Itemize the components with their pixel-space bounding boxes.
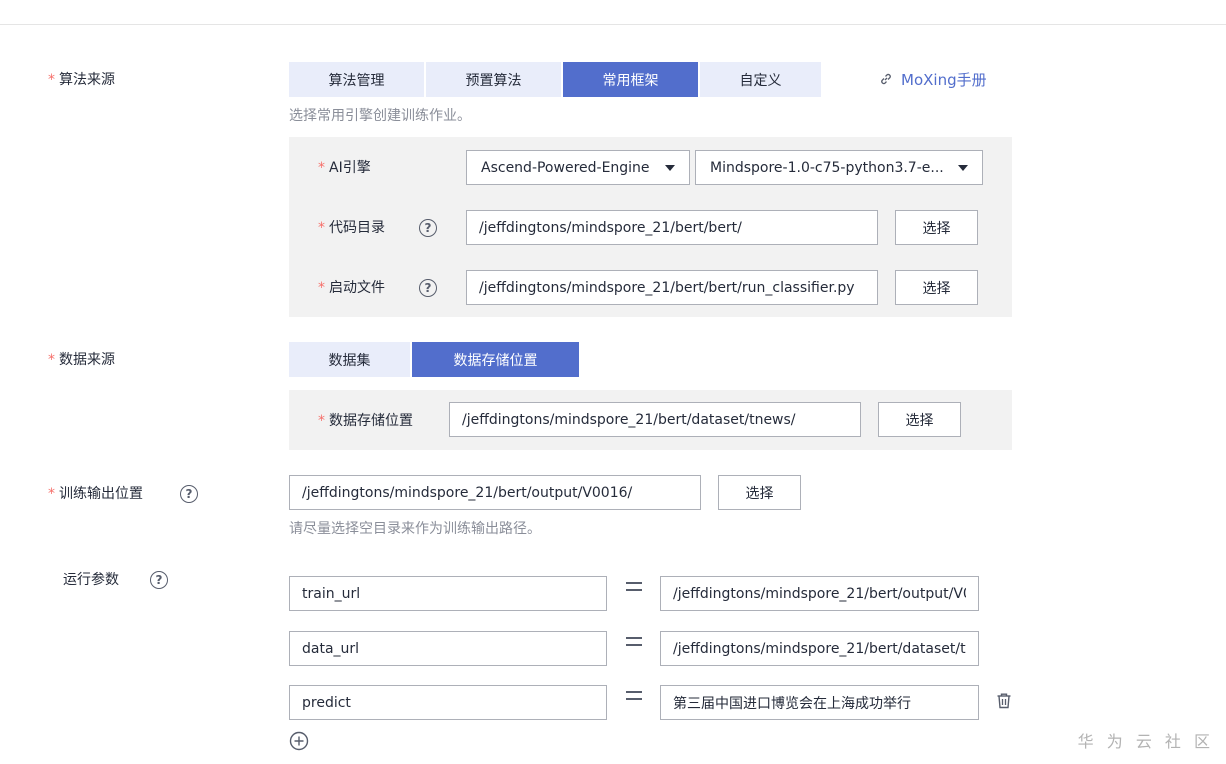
param-key-input[interactable] [289, 685, 607, 720]
required-mark: * [48, 486, 55, 502]
output-label: * 训练输出位置 [48, 486, 143, 502]
moxing-link-text[interactable]: MoXing手册 [901, 69, 987, 90]
equals-icon [626, 582, 642, 591]
required-mark: * [318, 160, 325, 176]
header-divider [0, 24, 1226, 25]
link-icon [881, 73, 891, 85]
required-mark: * [318, 280, 325, 296]
help-icon[interactable]: ? [150, 571, 168, 589]
param-value-input[interactable] [660, 631, 979, 666]
required-mark: * [48, 352, 55, 368]
code-dir-select-button[interactable]: 选择 [895, 210, 978, 245]
param-key-input[interactable] [289, 576, 607, 611]
boot-file-select-button[interactable]: 选择 [895, 270, 978, 305]
help-icon[interactable]: ? [180, 485, 198, 503]
data-storage-input[interactable] [449, 402, 861, 437]
run-params-label: 运行参数 [63, 572, 119, 588]
boot-file-label: * 启动文件 [318, 280, 385, 296]
param-value-input[interactable] [660, 685, 979, 720]
equals-icon [626, 637, 642, 646]
boot-file-input[interactable] [466, 270, 878, 305]
ai-engine-select[interactable]: Ascend-Powered-Engine [466, 150, 690, 185]
required-mark: * [318, 220, 325, 236]
output-select-button[interactable]: 选择 [718, 475, 801, 510]
algorithm-source-label: * 算法来源 [48, 72, 115, 88]
data-storage-label: * 数据存储位置 [318, 413, 413, 429]
trash-icon[interactable] [995, 692, 1013, 710]
caret-down-icon [665, 164, 675, 171]
tab-preset-algorithm[interactable]: 预置算法 [426, 62, 561, 97]
algorithm-source-tabs: 算法管理 预置算法 常用框架 自定义 [289, 62, 823, 97]
required-mark: * [318, 413, 325, 429]
code-dir-input[interactable] [466, 210, 878, 245]
data-storage-select-button[interactable]: 选择 [878, 402, 961, 437]
data-source-tabs: 数据集 数据存储位置 [289, 342, 581, 377]
engine-version-value: Mindspore-1.0-c75-python3.7-e... [710, 159, 944, 176]
help-icon[interactable]: ? [419, 279, 437, 297]
ai-engine-value: Ascend-Powered-Engine [481, 159, 650, 176]
tab-data-storage[interactable]: 数据存储位置 [412, 342, 579, 377]
required-mark: * [48, 72, 55, 88]
data-source-label: * 数据来源 [48, 352, 115, 368]
param-key-input[interactable] [289, 631, 607, 666]
output-hint: 请尽量选择空目录来作为训练输出路径。 [289, 521, 541, 537]
ai-engine-label: * AI引擎 [318, 160, 371, 176]
code-dir-label: * 代码目录 [318, 220, 385, 236]
tab-custom[interactable]: 自定义 [700, 62, 821, 97]
output-input[interactable] [289, 475, 701, 510]
equals-icon [626, 691, 642, 700]
help-icon[interactable]: ? [419, 219, 437, 237]
tab-algorithm-management[interactable]: 算法管理 [289, 62, 424, 97]
engine-version-select[interactable]: Mindspore-1.0-c75-python3.7-e... [695, 150, 983, 185]
watermark: 华 为 云 社 区 [1077, 732, 1214, 751]
moxing-manual-link[interactable]: MoXing手册 [879, 68, 987, 90]
algorithm-source-hint: 选择常用引擎创建训练作业。 [289, 108, 471, 124]
tab-common-framework[interactable]: 常用框架 [563, 62, 698, 97]
tab-dataset[interactable]: 数据集 [289, 342, 410, 377]
add-circle-icon[interactable] [289, 731, 309, 751]
caret-down-icon [958, 164, 968, 171]
param-value-input[interactable] [660, 576, 979, 611]
